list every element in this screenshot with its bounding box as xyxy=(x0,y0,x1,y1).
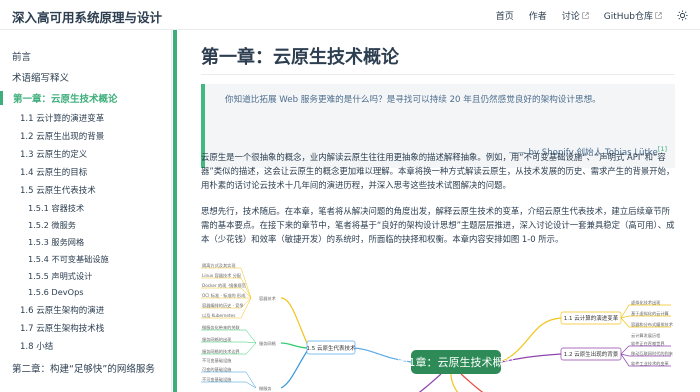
sidebar: 前言 术语缩写释义 第一章：云原生技术概论 1.1 云计算的演进变革 1.2 云… xyxy=(0,30,172,392)
mindmap-left-sub-2: 服务网格 xyxy=(259,340,277,347)
mindmap-link-down xyxy=(418,373,442,392)
sidebar-item-preface[interactable]: 前言 xyxy=(12,49,171,63)
sidebar-item-1-2[interactable]: 1.2 云原生出现的背景 xyxy=(20,130,171,142)
sidebar-item-1-5-5[interactable]: 1.5.5 声明式设计 xyxy=(28,270,171,282)
mindmap-leaf: 云计算发展历程 xyxy=(631,332,661,339)
scroll-accent-bar xyxy=(173,30,177,392)
nav-author-label: 作者 xyxy=(528,11,547,22)
mindmap-right-leaf-texts: 虚拟化技术出现 基于虚拟化的云计算 容器和分布式编排技术 云计算发展历程 软件正… xyxy=(631,299,674,367)
mindmap-leaf: Linux 容器技术 分配 xyxy=(202,272,242,279)
mindmap-leaf: 虚拟化技术出现 xyxy=(631,299,660,306)
mindmap-left-leaf-texts: 隔离方式及其实现 Linux 容器技术 分配 Docker 的现 ·镜像规范 O… xyxy=(202,262,246,383)
mindmap-leaf: 微服务化带来的关联 xyxy=(202,324,241,331)
site-title[interactable]: 深入高可用系统原理与设计 xyxy=(12,7,162,26)
top-navbar: 深入高可用系统原理与设计 首页 作者 讨论 GitHub仓库 xyxy=(0,0,700,30)
title-divider xyxy=(201,74,675,75)
paragraph-overview: 思想先行，技术随后。在本章，笔者将从解决问题的角度出发，解释云原生技术的变革，介… xyxy=(201,206,675,244)
sidebar-item-1-1[interactable]: 1.1 云计算的演进变革 xyxy=(20,112,171,124)
mindmap-right-label-1: 1.1 云计算的演进变革 xyxy=(564,314,619,322)
sidebar-item-1-5-3[interactable]: 1.5.3 服务网格 xyxy=(28,236,171,248)
sidebar-item-1-5-4[interactable]: 1.5.4 不可变基础设施 xyxy=(28,253,171,265)
sidebar-item-1-3[interactable]: 1.3 云原生的定义 xyxy=(20,148,171,160)
chapter-mindmap[interactable]: 第1章：云原生技术概论 1.5 云原生代表技术 1.1 云计算的演进变革 1.2… xyxy=(201,258,675,392)
sidebar-item-1-8[interactable]: 1.8 小结 xyxy=(20,340,171,352)
mindmap-root-label: 第1章：云原生技术概论 xyxy=(398,355,515,369)
nav-author[interactable]: 作者 xyxy=(529,9,547,22)
sidebar-item-1-7[interactable]: 1.7 云原生架构技术栈 xyxy=(20,322,171,334)
quote-text: 你知道比拓展 Web 服务更难的是什么吗？是寻找可以持续 20 年且仍然感觉良好… xyxy=(225,95,601,105)
external-link-icon xyxy=(582,11,589,19)
sun-icon[interactable] xyxy=(677,9,688,21)
sidebar-item-1-5[interactable]: 1.5 云原生代表技术 xyxy=(20,184,171,196)
mindmap-leaf: 可变的基础设施 xyxy=(202,366,232,373)
nav-links: 首页 作者 讨论 GitHub仓库 xyxy=(496,0,688,30)
nav-github[interactable]: GitHub仓库 xyxy=(604,9,662,22)
sidebar-item-1-5-1[interactable]: 1.5.1 容器技术 xyxy=(28,202,171,214)
mindmap-leaf: 服务网格的技术边界 xyxy=(202,348,241,355)
sidebar-item-chapter2[interactable]: 第二章：构建“足够快”的网络服务 xyxy=(12,361,171,375)
mindmap-leaf: 软件正在吞噬世界 xyxy=(631,340,665,347)
mindmap-link-left-sub-2 xyxy=(280,342,310,349)
nav-home-label: 首页 xyxy=(495,11,514,22)
nav-discuss[interactable]: 讨论 xyxy=(562,9,589,22)
mindmap-leaf: Docker 的现 ·镜像规范 xyxy=(202,282,246,289)
sidebar-item-1-5-6[interactable]: 1.5.6 DevOps xyxy=(28,287,171,297)
mindmap-leaf: 不可变基础设施 xyxy=(202,357,232,364)
mindmap-leaf: 容器和分布式编排技术 xyxy=(631,321,674,328)
mindmap-link-down-3 xyxy=(460,373,484,392)
mindmap-left-sub-1: 容器技术 xyxy=(259,295,277,302)
mindmap-left-sub-3: 微服务 xyxy=(259,385,272,392)
mindmap-leaf: 基于虚拟化的云计算 xyxy=(631,310,669,317)
mindmap-leaf: 容器编排的历史 · 竞争 xyxy=(202,302,244,309)
paragraph-intro: 云原生是一个很抽象的概念，业内解读云原生往往用更抽象的描述解释抽象。例如，用“不… xyxy=(201,152,675,190)
sidebar-item-1-5-2[interactable]: 1.5.2 微服务 xyxy=(28,219,171,231)
mindmap-leaf: 隔离方式及其实现 xyxy=(202,262,236,269)
page-title: 第一章：云原生技术概论 xyxy=(201,47,399,68)
sidebar-item-1-6[interactable]: 1.6 云原生架构的演进 xyxy=(20,304,171,316)
nav-home[interactable]: 首页 xyxy=(496,9,514,22)
main-content: 第一章：云原生技术概论 你知道比拓展 Web 服务更难的是什么吗？是寻找可以持续… xyxy=(173,30,700,392)
sidebar-item-glossary[interactable]: 术语缩写释义 xyxy=(12,70,171,84)
mindmap-leaf: 不可变基础设施 xyxy=(202,376,232,383)
mindmap-leaf: OCI 标准 · 标准的 形成 xyxy=(202,292,245,299)
external-link-icon xyxy=(655,11,662,19)
mindmap-leaf: 软件工业技术的变革 xyxy=(631,360,669,367)
mindmap-left-label: 1.5 云原生代表技术 xyxy=(307,344,356,352)
nav-github-label: GitHub仓库 xyxy=(603,11,653,22)
mindmap-link-down-2 xyxy=(450,373,459,392)
mindmap-link-left-sub-3 xyxy=(280,347,310,389)
nav-discuss-label: 讨论 xyxy=(561,11,580,22)
sidebar-item-1-4[interactable]: 1.4 云原生的目标 xyxy=(20,166,171,178)
mindmap-right-label-2: 1.2 云原生出现的背景 xyxy=(564,350,619,358)
mindmap-link-left-sub-1 xyxy=(280,297,310,349)
mindmap-leaf: 服务网格的出现 xyxy=(202,336,231,343)
sidebar-item-chapter1[interactable]: 第一章：云原生技术概论 xyxy=(0,91,171,105)
mindmap-leaf: 移动互联网时代的到来 xyxy=(631,350,674,357)
